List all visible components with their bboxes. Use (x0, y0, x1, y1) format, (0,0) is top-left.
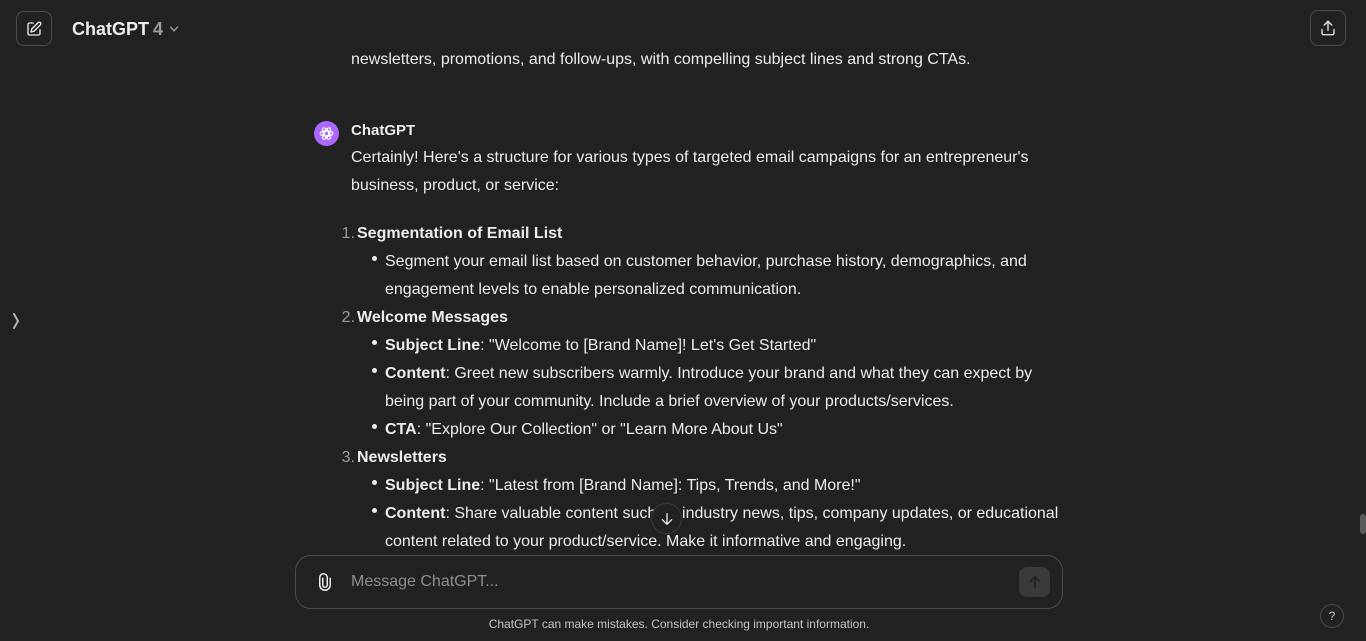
chatgpt-app: newsletters, promotions, and follow-ups,… (0, 0, 1366, 641)
attach-file-button[interactable] (314, 570, 336, 594)
bullet-item: Subject Line: "Welcome to [Brand Name]! … (372, 332, 1061, 360)
chevron-down-icon (169, 26, 179, 32)
bullet-label: Subject Line (385, 477, 481, 494)
section-title: Welcome Messages (357, 309, 508, 326)
new-chat-button[interactable] (16, 11, 52, 46)
share-icon (1321, 20, 1335, 36)
arrow-down-icon (661, 512, 672, 525)
bullet-item: Subject Line: "Latest from [Brand Name]:… (372, 472, 1061, 500)
conversation-view: newsletters, promotions, and follow-ups,… (0, 0, 1366, 555)
paperclip-icon (319, 573, 331, 591)
send-button[interactable] (1019, 567, 1050, 597)
section-list: 1. Segmentation of Email List Segment yo… (342, 220, 1061, 555)
bullet-list: Subject Line: "Welcome to [Brand Name]! … (357, 332, 1061, 444)
assistant-avatar (314, 121, 339, 146)
previous-message-text: newsletters, promotions, and follow-ups,… (351, 51, 971, 68)
arrow-up-icon (1029, 575, 1040, 589)
list-number: 3. (341, 449, 355, 466)
disclaimer-text: ChatGPT can make mistakes. Consider chec… (488, 617, 870, 631)
model-name: ChatGPT (72, 18, 150, 39)
list-item: 3. Newsletters Subject Line: "Latest fro… (342, 444, 1061, 555)
assistant-author: ChatGPT (351, 122, 416, 139)
model-version: 4 (153, 18, 164, 39)
bullet-label: Subject Line (385, 337, 481, 354)
bullet-text: : "Welcome to [Brand Name]! Let's Get St… (480, 337, 817, 354)
share-button[interactable] (1310, 10, 1346, 46)
pencil-square-icon (27, 21, 42, 36)
scrollbar-thumb[interactable] (1360, 514, 1366, 534)
message-composer (295, 555, 1063, 609)
bullet-text: : "Explore Our Collection" or "Learn Mor… (416, 421, 783, 438)
model-selector[interactable]: ChatGPT 4 (72, 17, 181, 41)
bullet-text: : Share valuable content such as industr… (385, 505, 1059, 550)
openai-logo-icon (319, 127, 334, 140)
bullet-text: : Greet new subscribers warmly. Introduc… (385, 365, 1033, 410)
section-title: Segmentation of Email List (357, 225, 563, 242)
list-item: 1. Segmentation of Email List Segment yo… (342, 220, 1061, 304)
bullet-list: Segment your email list based on custome… (357, 248, 1061, 304)
list-item: 2. Welcome Messages Subject Line: "Welco… (342, 304, 1061, 444)
list-number: 2. (341, 309, 355, 326)
bullet-item: CTA: "Explore Our Collection" or "Learn … (372, 416, 1061, 444)
chevron-right-icon (13, 313, 19, 329)
open-sidebar-button[interactable] (9, 311, 23, 331)
help-button[interactable]: ? (1320, 604, 1344, 628)
bullet-item: Segment your email list based on custome… (372, 248, 1061, 304)
section-title: Newsletters (357, 449, 447, 466)
bullet-text: Segment your email list based on custome… (385, 253, 1027, 298)
bullet-label: CTA (385, 421, 417, 438)
bullet-label: Content (385, 365, 446, 382)
bullet-list: Subject Line: "Latest from [Brand Name]:… (357, 472, 1061, 555)
message-input[interactable] (351, 570, 991, 594)
bullet-item: Content: Share valuable content such as … (372, 500, 1061, 555)
bullet-label: Content (385, 505, 446, 522)
bullet-text: : "Latest from [Brand Name]: Tips, Trend… (480, 477, 861, 494)
scroll-to-bottom-button[interactable] (651, 503, 682, 534)
assistant-message: Certainly! Here's a structure for variou… (342, 144, 1061, 555)
message-intro: Certainly! Here's a structure for variou… (351, 149, 1029, 194)
list-number: 1. (341, 225, 355, 242)
bullet-item: Content: Greet new subscribers warmly. I… (372, 360, 1061, 416)
